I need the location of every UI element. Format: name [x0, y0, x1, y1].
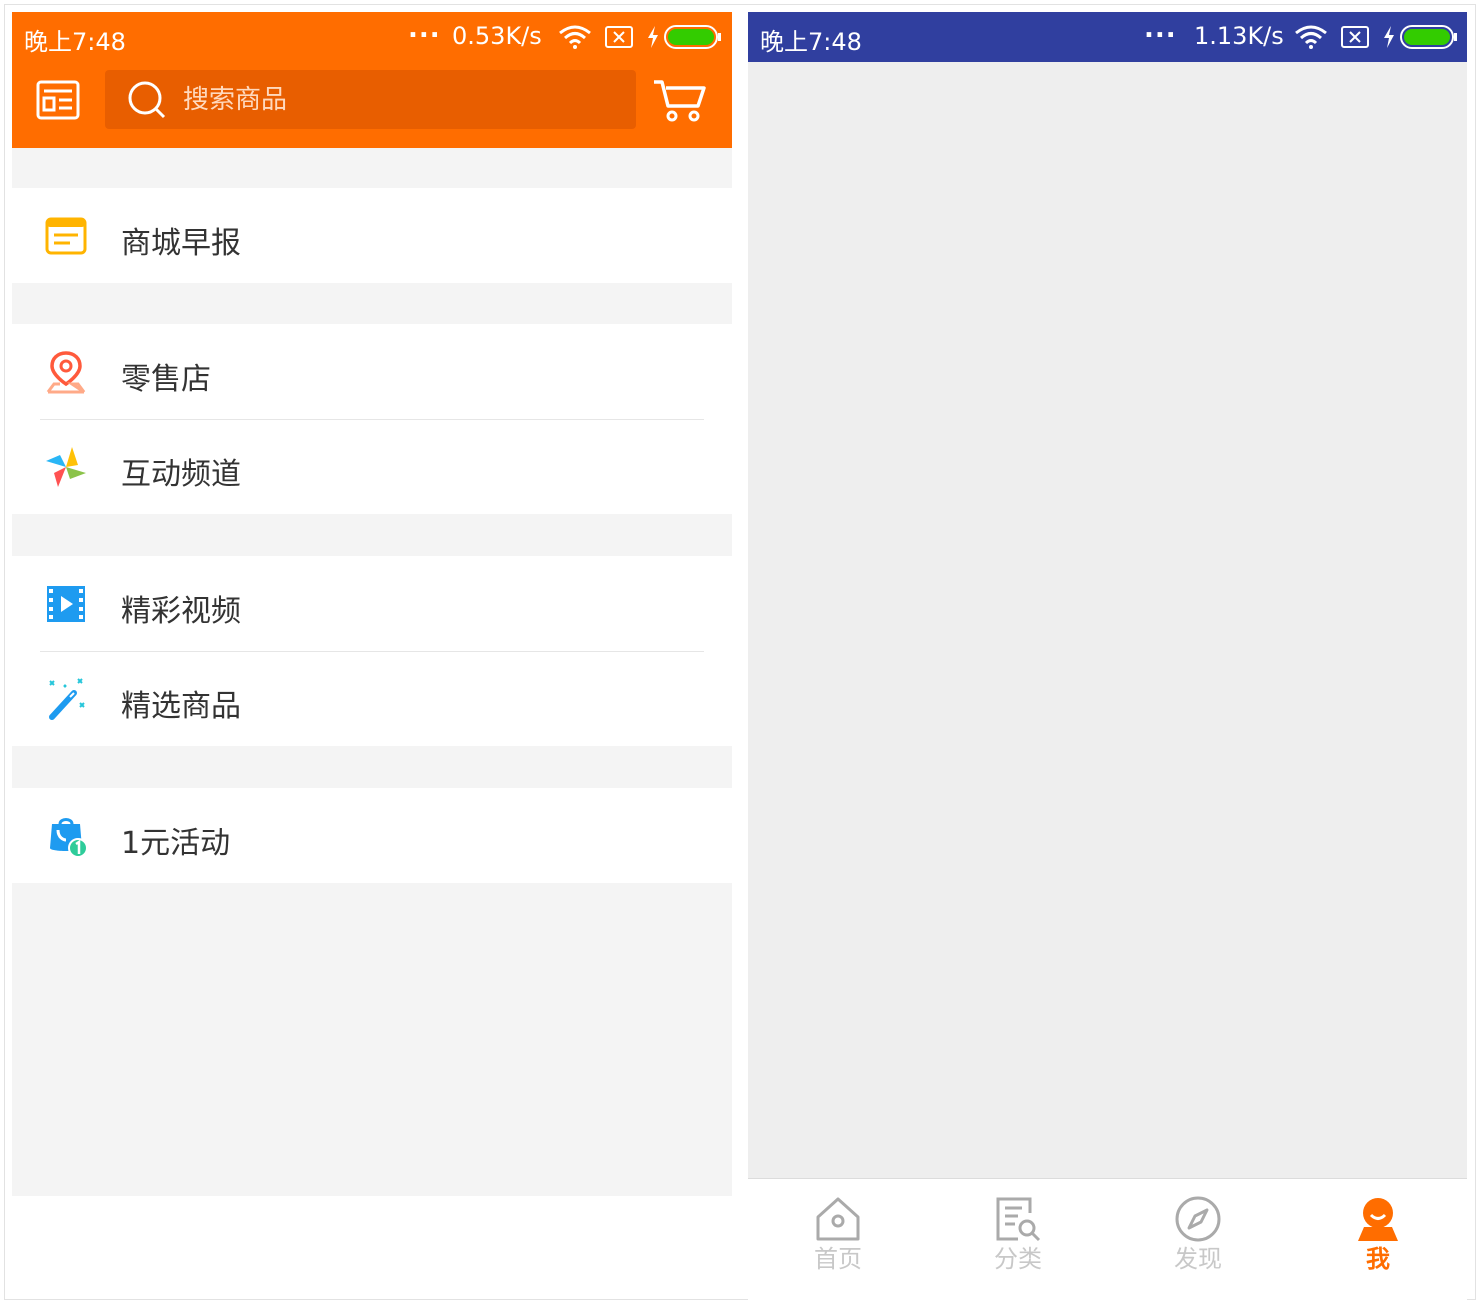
menu-group-1: 商城早报	[12, 188, 732, 283]
shopping-cart-icon[interactable]	[652, 78, 708, 122]
location-pin-icon	[46, 351, 86, 394]
menu-group-3: 精彩视频 精选商品	[12, 556, 732, 746]
menu-group-2: 零售店 互动频道	[12, 324, 732, 514]
menu-item-featured-products[interactable]: 精选商品	[12, 651, 732, 746]
battery-icon	[664, 25, 721, 49]
bottom-tab-bar: 首页 分类 发现 我	[748, 1178, 1467, 1300]
tab-label: 我	[1366, 1245, 1390, 1273]
search-input[interactable]	[181, 78, 615, 122]
menu-item-label: 商城早报	[121, 226, 241, 261]
menu-item-mall-news[interactable]: 商城早报	[12, 188, 732, 283]
pinwheel-icon	[46, 447, 86, 487]
tab-label: 发现	[1174, 1245, 1222, 1273]
tab-category[interactable]: 分类	[928, 1179, 1108, 1300]
menu-item-one-yuan-event[interactable]: 1元活动	[12, 788, 732, 883]
menu-item-label: 1元活动	[121, 826, 231, 861]
status-time: 晚上7:48	[760, 28, 862, 56]
status-dots: ...	[408, 14, 441, 44]
profile-screen: 晚上7:48 ... 1.13K/s 首页 分类 发现 我	[748, 12, 1467, 1300]
discover-screen: 晚上7:48 ... 0.53K/s 搜索商品 商城早报 零售店 互动频道 精彩…	[12, 12, 732, 1196]
charging-icon	[648, 26, 658, 48]
status-bar: 晚上7:48 ... 1.13K/s	[748, 12, 1467, 62]
tab-discover[interactable]: 发现	[1108, 1179, 1288, 1300]
battery-icon	[1400, 25, 1457, 49]
menu-item-label: 精选商品	[121, 689, 241, 724]
status-dots: ...	[1144, 14, 1177, 44]
film-icon	[47, 586, 85, 622]
menu-item-videos[interactable]: 精彩视频	[12, 556, 732, 651]
charging-icon	[1384, 26, 1394, 48]
menu-group-4: 1元活动	[12, 788, 732, 883]
user-icon	[1358, 1198, 1398, 1241]
no-sim-icon	[605, 26, 633, 48]
shopping-bag-icon	[50, 818, 88, 858]
app-header: 晚上7:48 ... 0.53K/s	[12, 12, 732, 148]
category-search-icon	[996, 1197, 1041, 1242]
tab-label: 首页	[814, 1245, 862, 1273]
magic-wand-icon	[49, 678, 85, 720]
wifi-icon	[1295, 25, 1327, 49]
status-net-speed: 0.53K/s	[452, 22, 542, 50]
status-bar: 晚上7:48 ... 0.53K/s	[12, 12, 732, 62]
menu-item-label: 互动频道	[121, 457, 241, 492]
no-sim-icon	[1341, 26, 1369, 48]
scan-menu-icon[interactable]	[36, 80, 80, 120]
search-bar[interactable]	[105, 70, 636, 129]
compass-icon	[1175, 1196, 1221, 1242]
menu-item-interactive-channel[interactable]: 互动频道	[12, 419, 732, 514]
tab-home[interactable]: 首页	[748, 1179, 928, 1300]
menu-item-label: 零售店	[121, 362, 211, 397]
menu-item-label: 精彩视频	[121, 594, 241, 629]
search-icon	[128, 81, 166, 119]
tab-label: 分类	[994, 1245, 1042, 1273]
newspaper-icon	[45, 217, 87, 255]
menu-item-retail-store[interactable]: 零售店	[12, 324, 732, 419]
wifi-icon	[559, 25, 591, 49]
status-net-speed: 1.13K/s	[1194, 22, 1284, 50]
home-icon	[816, 1197, 860, 1241]
status-time: 晚上7:48	[24, 28, 126, 56]
tab-me[interactable]: 我	[1288, 1179, 1467, 1300]
